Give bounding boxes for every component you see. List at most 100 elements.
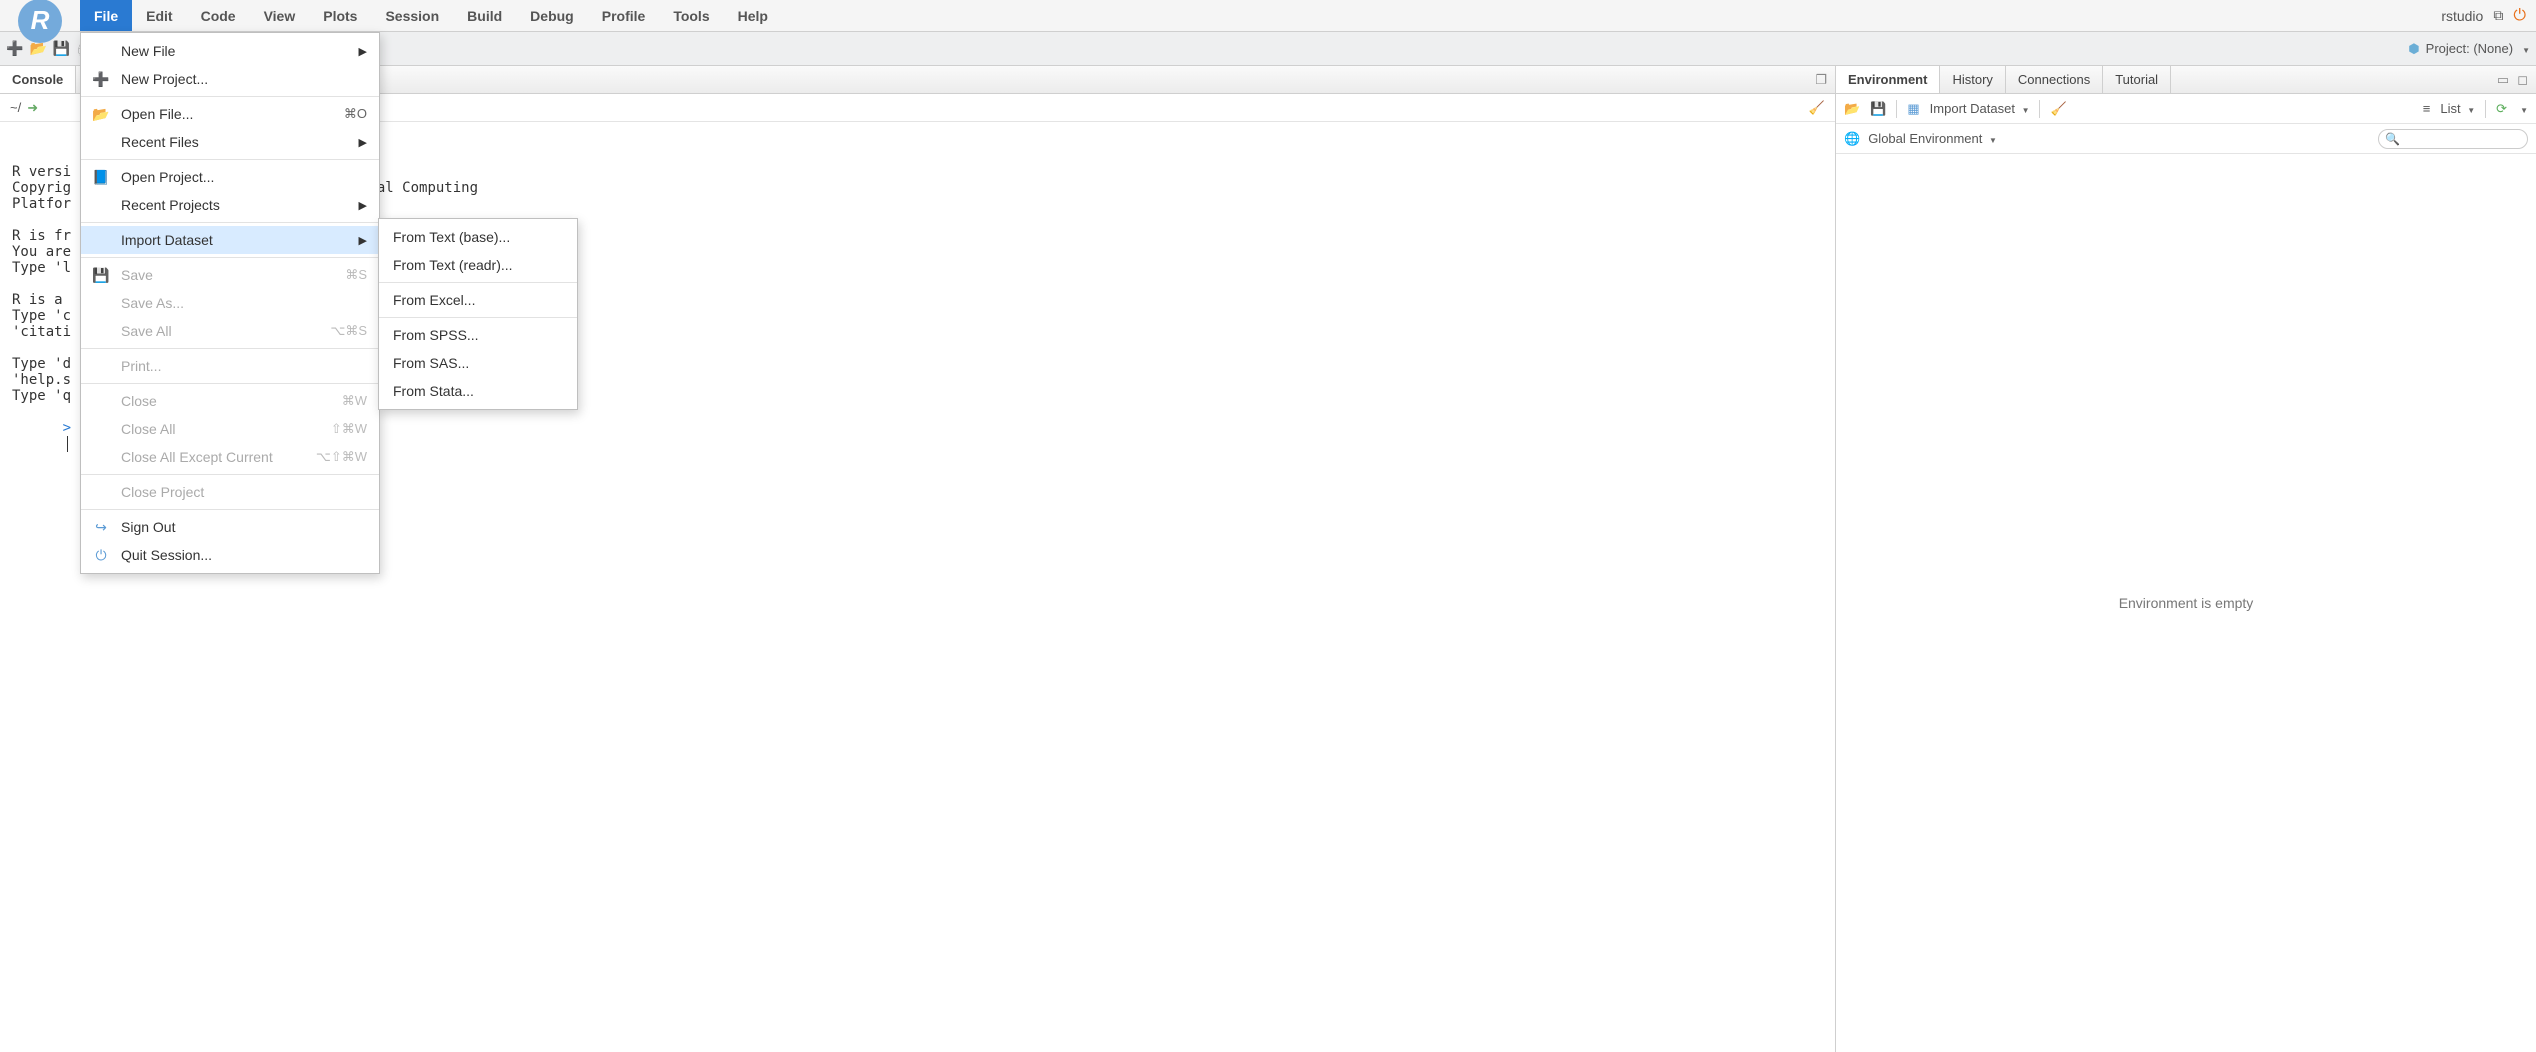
menu-item-shortcut: ⌥⌘S: [330, 323, 367, 339]
menu-item-shortcut: ⇧⌘W: [331, 421, 367, 437]
file-menu-close-all-except-current: Close All Except Current ⌥⇧⌘W: [81, 443, 379, 471]
menu-item-shortcut: ⌘O: [344, 106, 367, 122]
project-hex-icon: ⬢: [2408, 41, 2419, 57]
tab-console[interactable]: Console: [0, 66, 76, 93]
menu-item-icon: ↪: [91, 519, 111, 536]
tab-connections[interactable]: Connections: [2006, 66, 2103, 93]
env-body: Environment is empty: [1836, 154, 2536, 1052]
import-from-sas[interactable]: From SAS...: [379, 349, 577, 377]
file-menu-quit-session[interactable]: ⏻Quit Session...: [81, 541, 379, 569]
menu-item-icon: 💾: [91, 267, 111, 284]
minimize-pane-icon[interactable]: ▭: [2497, 72, 2509, 88]
menu-plots[interactable]: Plots: [309, 0, 371, 31]
import-dataset-button[interactable]: Import Dataset: [1930, 101, 2030, 116]
maximize-pane-icon[interactable]: ◻: [2517, 72, 2528, 88]
menu-file[interactable]: File: [80, 0, 132, 31]
file-menu-save-all: Save All ⌥⌘S: [81, 317, 379, 345]
open-icon[interactable]: 📂: [29, 40, 46, 57]
menu-item-label: Open File...: [121, 106, 334, 122]
file-menu-close-all: Close All⇧⌘W: [81, 415, 379, 443]
file-menu-open-file[interactable]: 📂Open File...⌘O: [81, 100, 379, 128]
scope-dropdown[interactable]: Global Environment: [1868, 131, 1997, 146]
console-prompt: >: [63, 420, 71, 436]
menu-item-label: Open Project...: [121, 169, 367, 185]
file-menu-new-project[interactable]: ➕New Project...: [81, 65, 379, 93]
menu-item-shortcut: ⌥⇧⌘W: [316, 449, 367, 465]
file-menu-open-project[interactable]: 📘 Open Project...: [81, 163, 379, 191]
file-menu-print: Print...: [81, 352, 379, 380]
broom-icon[interactable]: 🧹: [1809, 100, 1825, 116]
r-logo-icon: R: [18, 0, 62, 43]
search-icon: 🔍: [2385, 132, 2400, 146]
clear-env-icon[interactable]: 🧹: [2050, 101, 2066, 117]
menu-session[interactable]: Session: [371, 0, 453, 31]
menu-item-label: Close Project: [121, 484, 367, 500]
popout-icon[interactable]: ⧉: [2493, 7, 2503, 24]
menu-item-label: New Project...: [121, 71, 367, 87]
menu-item-label: Recent Files: [121, 134, 349, 150]
submenu-arrow-icon: ▶: [359, 45, 367, 58]
console-cursor: [67, 436, 76, 452]
menu-item-icon: ⏻: [91, 547, 111, 564]
save-ws-icon[interactable]: 💾: [1870, 101, 1886, 117]
app-logo: R: [0, 0, 80, 31]
project-selector[interactable]: ⬢ Project: (None): [2408, 41, 2530, 57]
env-scope-bar: 🌐 Global Environment 🔍: [1836, 124, 2536, 154]
new-doc-icon[interactable]: ➕: [6, 40, 23, 57]
menu-item-icon: 📘: [91, 169, 111, 186]
list-icon: ≡: [2423, 101, 2431, 116]
file-menu-close: Close ⌘W: [81, 387, 379, 415]
import-icon: ▦: [1907, 101, 1919, 117]
project-label: Project: (None): [2426, 41, 2513, 56]
import-from-text-readr[interactable]: From Text (readr)...: [379, 251, 577, 279]
env-search-input[interactable]: 🔍: [2378, 129, 2528, 149]
menu-item-label: Print...: [121, 358, 367, 374]
env-tabs: EnvironmentHistoryConnectionsTutorial ▭ ◻: [1836, 66, 2536, 94]
refresh-icon[interactable]: ⟳: [2496, 101, 2507, 117]
menu-item-label: Close All Except Current: [121, 449, 306, 465]
global-toolbar: ➕ 📂 💾 🖨 to file/function ▦ Addins ⬢ Proj…: [0, 32, 2536, 66]
menu-debug[interactable]: Debug: [516, 0, 588, 31]
menu-item-label: Sign Out: [121, 519, 367, 535]
submenu-arrow-icon: ▶: [359, 199, 367, 212]
submenu-arrow-icon: ▶: [359, 136, 367, 149]
menu-item-shortcut: ⌘W: [342, 393, 367, 409]
file-menu-recent-files[interactable]: Recent Files ▶: [81, 128, 379, 156]
scope-label: Global Environment: [1868, 131, 1982, 146]
menu-item-label: Save All: [121, 323, 320, 339]
file-menu-sign-out[interactable]: ↪ Sign Out: [81, 513, 379, 541]
environment-pane: EnvironmentHistoryConnectionsTutorial▭◻ …: [1836, 66, 2536, 1052]
menu-help[interactable]: Help: [724, 0, 782, 31]
import-from-spss[interactable]: From SPSS...: [379, 321, 577, 349]
menu-tools[interactable]: Tools: [659, 0, 723, 31]
import-from-excel[interactable]: From Excel...: [379, 286, 577, 314]
menu-item-label: Close: [121, 393, 332, 409]
menu-item-label: Recent Projects: [121, 197, 349, 213]
console-text-left: R versi Copyrig Platfor R is fr You are …: [12, 164, 71, 404]
tab-environment[interactable]: Environment: [1836, 66, 1940, 93]
load-ws-icon[interactable]: 📂: [1844, 101, 1860, 117]
power-icon[interactable]: ⏻: [2513, 7, 2526, 25]
env-toolbar: 📂 💾 ▦ Import Dataset 🧹 ≡ List ⟳: [1836, 94, 2536, 124]
pane-window-icon[interactable]: ❐: [1815, 72, 1827, 88]
app-label: rstudio: [2441, 8, 2483, 24]
menu-view[interactable]: View: [250, 0, 310, 31]
save-icon[interactable]: 💾: [53, 40, 70, 57]
import-from-text-base[interactable]: From Text (base)...: [379, 223, 577, 251]
view-mode-label: List: [2440, 101, 2460, 116]
view-mode-dropdown[interactable]: List: [2440, 101, 2475, 116]
file-menu-import-dataset[interactable]: Import Dataset▶: [81, 226, 379, 254]
file-menu-recent-projects[interactable]: Recent Projects ▶: [81, 191, 379, 219]
file-menu-dropdown: New File▶➕New Project...📂Open File...⌘OR…: [80, 32, 380, 574]
tab-history[interactable]: History: [1940, 66, 2005, 93]
file-menu-new-file[interactable]: New File ▶: [81, 37, 379, 65]
menu-item-label: New File: [121, 43, 349, 59]
menu-edit[interactable]: Edit: [132, 0, 186, 31]
menu-profile[interactable]: Profile: [588, 0, 660, 31]
menu-code[interactable]: Code: [187, 0, 250, 31]
import-dataset-label: Import Dataset: [1930, 101, 2015, 116]
console-arrow-icon[interactable]: ➜: [27, 100, 38, 116]
import-from-stata[interactable]: From Stata...: [379, 377, 577, 405]
menu-build[interactable]: Build: [453, 0, 516, 31]
tab-tutorial[interactable]: Tutorial: [2103, 66, 2171, 93]
